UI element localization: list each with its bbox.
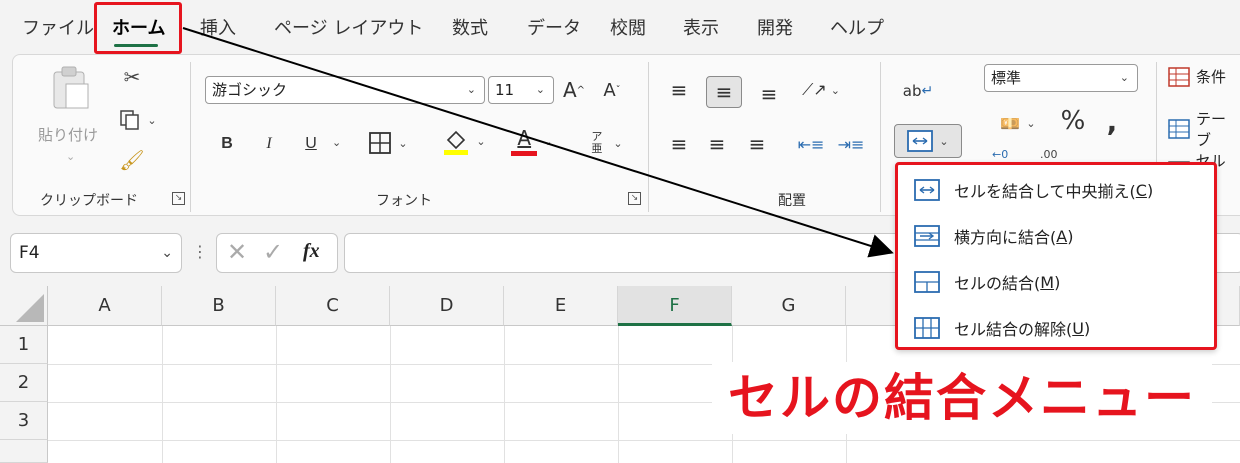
unmerge-icon <box>914 317 940 339</box>
menu-item-label: 横方向に結合( <box>954 228 1057 247</box>
menu-item-unmerge[interactable]: セル結合の解除(U) <box>908 308 1208 348</box>
menu-item-suffix: ) <box>1054 272 1061 292</box>
menu-item-merge-center[interactable]: セルを結合して中央揃え(C) <box>908 170 1208 210</box>
menu-item-accelerator: U <box>1072 318 1084 338</box>
menu-item-label: セルの結合( <box>954 274 1041 293</box>
menu-item-accelerator: C <box>1135 180 1147 200</box>
menu-item-suffix: ) <box>1146 180 1154 200</box>
menu-item-label: セルを結合して中央揃え( <box>954 182 1136 201</box>
menu-item-accelerator: M <box>1040 272 1055 292</box>
menu-item-merge-across[interactable]: 横方向に結合(A) <box>908 216 1208 256</box>
annotation-caption: セルの結合メニュー <box>712 362 1212 434</box>
menu-item-label: セル結合の解除( <box>954 320 1073 339</box>
merge-center-icon <box>914 179 940 201</box>
merge-dropdown-menu: セルを結合して中央揃え(C) 横方向に結合(A) セルの結合(M) セル結合の解… <box>895 162 1217 350</box>
menu-item-merge-cells[interactable]: セルの結合(M) <box>908 262 1208 302</box>
menu-item-suffix: ) <box>1083 318 1091 338</box>
merge-across-icon <box>914 225 940 247</box>
menu-item-suffix: ) <box>1067 226 1074 246</box>
menu-item-accelerator: A <box>1056 226 1068 246</box>
merge-cells-icon <box>914 271 940 293</box>
